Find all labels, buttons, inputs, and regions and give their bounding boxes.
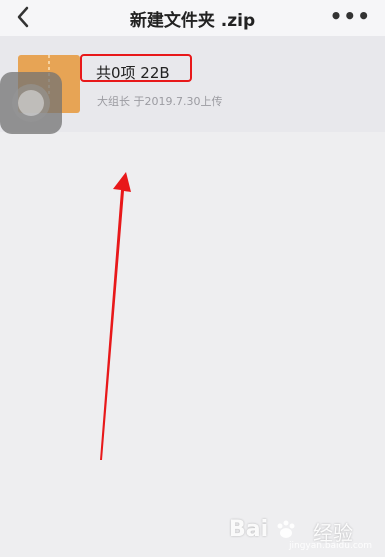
annotation-arrow bbox=[100, 172, 131, 460]
watermark: Bai 经验 jingyan.baidu.com bbox=[229, 513, 379, 553]
watermark-url: jingyan.baidu.com bbox=[289, 541, 373, 551]
paw-icon bbox=[277, 520, 295, 538]
watermark-brand: Bai bbox=[229, 517, 269, 542]
